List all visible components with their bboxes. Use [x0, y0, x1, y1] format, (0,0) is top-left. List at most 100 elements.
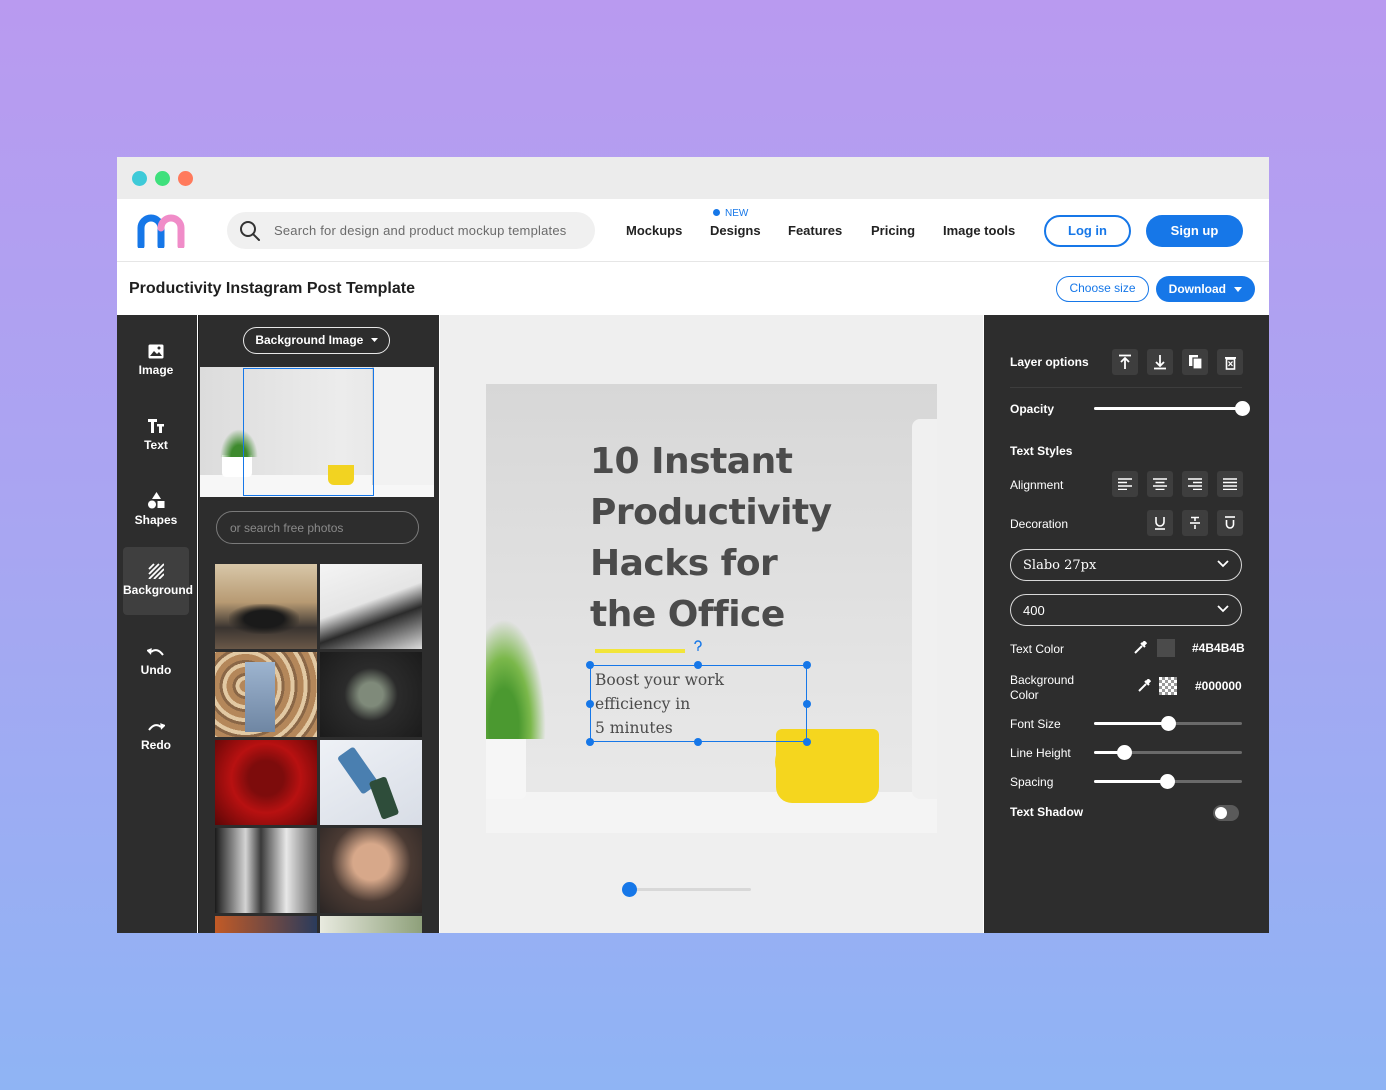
search-placeholder: Search for design and product mockup tem…	[274, 223, 567, 238]
choose-size-button[interactable]: Choose size	[1056, 276, 1149, 302]
tool-text-label: Text	[144, 438, 168, 452]
redo-icon	[148, 723, 165, 731]
align-justify-button[interactable]	[1217, 471, 1243, 497]
underline-button[interactable]	[1147, 510, 1173, 536]
photo-thumb-tea[interactable]	[320, 652, 422, 737]
design-canvas[interactable]: 10 Instant Productivity Hacks for the Of…	[486, 384, 937, 833]
tool-undo[interactable]: Undo	[123, 631, 189, 697]
photo-thumb-snow[interactable]	[320, 564, 422, 649]
headline-text[interactable]: 10 Instant Productivity Hacks for the Of…	[590, 436, 850, 640]
resize-handle[interactable]	[586, 661, 594, 669]
image-icon	[148, 344, 164, 359]
opacity-slider-fill	[1094, 407, 1242, 410]
eyedropper-icon[interactable]	[1133, 641, 1147, 655]
background-icon	[148, 563, 164, 579]
send-to-back-icon	[1154, 355, 1166, 370]
rotate-icon[interactable]	[693, 639, 703, 651]
window-dot-red[interactable]	[178, 171, 193, 186]
photo-search-input[interactable]: or search free photos	[216, 511, 419, 544]
zoom-slider-knob[interactable]	[622, 882, 637, 897]
spacing-slider-knob[interactable]	[1159, 774, 1175, 789]
text-shadow-toggle[interactable]	[1213, 805, 1239, 821]
line-height-label: Line Height	[1010, 746, 1071, 760]
search-icon	[240, 221, 260, 241]
background-image-dropdown[interactable]: Background Image	[243, 327, 390, 354]
align-right-button[interactable]	[1182, 471, 1208, 497]
resize-handle[interactable]	[694, 661, 702, 669]
search-bar[interactable]: Search for design and product mockup tem…	[227, 212, 595, 249]
tool-image[interactable]: Image	[123, 331, 189, 397]
send-to-back-button[interactable]	[1147, 349, 1173, 375]
zoom-slider-track[interactable]	[623, 888, 751, 891]
mediamodifier-logo[interactable]	[137, 214, 197, 248]
crop-frame[interactable]	[243, 368, 374, 496]
caret-down-icon	[370, 338, 378, 342]
line-height-slider-knob[interactable]	[1116, 745, 1132, 760]
text-color-swatch[interactable]	[1157, 639, 1175, 657]
align-justify-icon	[1223, 478, 1237, 490]
nav-features[interactable]: Features	[788, 223, 842, 238]
bring-to-front-icon	[1119, 354, 1131, 369]
resize-handle[interactable]	[586, 700, 594, 708]
headline-line: 10 Instant	[590, 441, 793, 482]
photo-thumb-partial-2[interactable]	[320, 916, 422, 933]
photo-thumb-face[interactable]	[320, 828, 422, 913]
headline-line: Productivity	[590, 492, 832, 533]
overline-button[interactable]	[1217, 510, 1243, 536]
new-badge-label: NEW	[725, 208, 749, 219]
underline-icon	[1155, 517, 1165, 530]
font-family-value: Slabo 27px	[1023, 558, 1097, 573]
window-dot-teal[interactable]	[132, 171, 147, 186]
background-preview[interactable]	[200, 367, 434, 497]
font-size-label: Font Size	[1010, 717, 1061, 731]
opacity-slider-knob[interactable]	[1234, 401, 1250, 416]
window-dot-green[interactable]	[155, 171, 170, 186]
signup-button[interactable]: Sign up	[1146, 215, 1243, 247]
background-image-dropdown-label: Background Image	[255, 333, 364, 347]
toggle-knob	[1215, 807, 1227, 819]
strikethrough-button[interactable]	[1182, 510, 1208, 536]
chevron-down-icon	[1217, 605, 1229, 613]
resize-handle[interactable]	[803, 738, 811, 746]
text-color-hex[interactable]: #4B4B4B	[1192, 641, 1245, 655]
photo-thumb-motorcycle[interactable]	[215, 564, 317, 649]
resize-handle[interactable]	[803, 700, 811, 708]
photo-thumb-logs[interactable]	[215, 652, 317, 737]
tool-background[interactable]: Background	[123, 547, 193, 615]
resize-handle[interactable]	[694, 738, 702, 746]
nav-pricing[interactable]: Pricing	[871, 223, 915, 238]
bring-to-front-button[interactable]	[1112, 349, 1138, 375]
nav-image-tools[interactable]: Image tools	[943, 223, 1015, 238]
photo-thumb-doorway[interactable]	[215, 828, 317, 913]
tool-shapes[interactable]: Shapes	[123, 481, 189, 547]
nav-mockups[interactable]: Mockups	[626, 223, 682, 238]
bg-color-label-line1: Background	[1010, 673, 1075, 687]
download-button[interactable]: Download	[1156, 276, 1255, 302]
selection-box[interactable]	[590, 665, 807, 742]
login-button[interactable]: Log in	[1044, 215, 1131, 247]
tool-shapes-label: Shapes	[134, 513, 178, 527]
tool-text[interactable]: Text	[123, 406, 189, 472]
delete-button[interactable]	[1217, 349, 1243, 375]
photo-thumb-cans[interactable]	[320, 740, 422, 825]
headline-line: Hacks for	[590, 543, 778, 584]
photo-thumb-red-portrait[interactable]	[215, 740, 317, 825]
background-color-hex[interactable]: #000000	[1195, 679, 1242, 693]
download-label: Download	[1168, 282, 1226, 296]
eyedropper-icon[interactable]	[1137, 679, 1151, 693]
nav-designs[interactable]: Designs	[710, 223, 761, 238]
font-size-slider-knob[interactable]	[1160, 716, 1176, 731]
duplicate-button[interactable]	[1182, 349, 1208, 375]
align-center-button[interactable]	[1147, 471, 1173, 497]
headline-line: the Office	[590, 594, 785, 635]
font-weight-dropdown[interactable]: 400	[1010, 594, 1242, 626]
background-color-swatch[interactable]	[1159, 677, 1177, 695]
resize-handle[interactable]	[586, 738, 594, 746]
align-left-button[interactable]	[1112, 471, 1138, 497]
resize-handle[interactable]	[803, 661, 811, 669]
canvas-area: 10 Instant Productivity Hacks for the Of…	[440, 315, 983, 933]
caret-down-icon	[1234, 287, 1243, 292]
font-family-dropdown[interactable]: Slabo 27px	[1010, 549, 1242, 581]
tool-redo[interactable]: Redo	[123, 706, 189, 772]
photo-thumb-partial-1[interactable]	[215, 916, 317, 933]
